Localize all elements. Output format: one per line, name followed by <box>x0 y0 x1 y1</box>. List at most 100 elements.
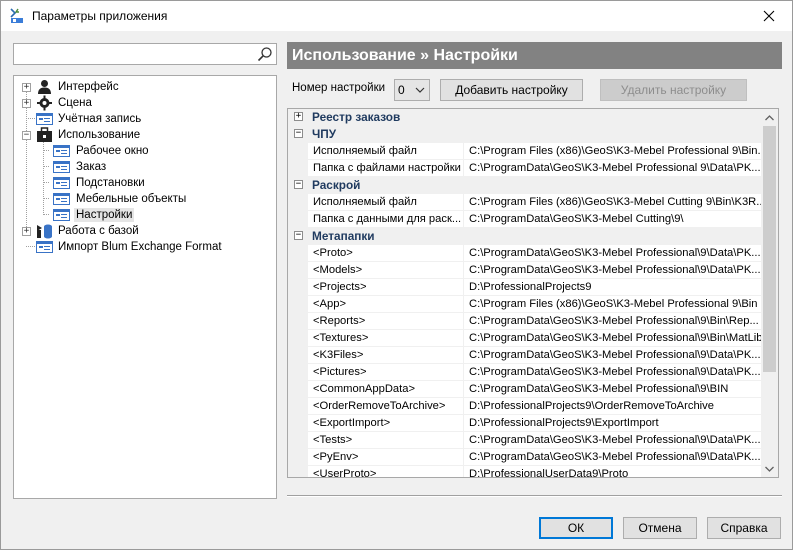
tree-item-label: Сцена <box>58 97 92 109</box>
footer-divider <box>287 495 782 497</box>
property-row[interactable]: <Reports> C:\ProgramData\GeoS\K3-Mebel P… <box>288 313 762 330</box>
tree-item-substitutions[interactable]: Подстановки <box>14 175 274 191</box>
property-name: Исполняемый файл <box>308 194 464 211</box>
window-title: Параметры приложения <box>32 9 168 23</box>
property-value[interactable]: D:\ProfessionalUserData9\Proto <box>464 466 762 477</box>
property-value[interactable]: C:\Program Files (x86)\GeoS\K3-Mebel Pro… <box>464 296 762 313</box>
category-cutting[interactable]: − Раскрой <box>288 177 762 194</box>
property-value[interactable]: C:\Program Files (x86)\GeoS\K3-Mebel Cut… <box>464 194 762 211</box>
cancel-button[interactable]: Отмена <box>623 517 697 539</box>
expand-icon[interactable]: + <box>22 99 31 108</box>
property-row[interactable]: <Tests> C:\ProgramData\GeoS\K3-Mebel Pro… <box>288 432 762 449</box>
property-name: Исполняемый файл <box>308 143 464 160</box>
property-value[interactable]: C:\ProgramData\GeoS\K3-Mebel Professiona… <box>464 313 762 330</box>
property-name: <App> <box>308 296 464 313</box>
property-value[interactable]: C:\ProgramData\GeoS\K3-Mebel Professiona… <box>464 364 762 381</box>
property-row[interactable]: <Pictures> C:\ProgramData\GeoS\K3-Mebel … <box>288 364 762 381</box>
search-button[interactable] <box>255 45 275 63</box>
property-row[interactable]: Исполняемый файл C:\Program Files (x86)\… <box>288 143 762 160</box>
tree-item-scene[interactable]: + Сцена <box>14 95 274 111</box>
category-cnc[interactable]: − ЧПУ <box>288 126 762 143</box>
property-value[interactable]: C:\ProgramData\GeoS\K3-Mebel Professiona… <box>464 432 762 449</box>
scroll-down-icon[interactable] <box>761 460 778 477</box>
property-row[interactable]: <CommonAppData> C:\ProgramData\GeoS\K3-M… <box>288 381 762 398</box>
property-row[interactable]: <OrderRemoveToArchive> D:\ProfessionalPr… <box>288 398 762 415</box>
property-value[interactable]: C:\ProgramData\GeoS\K3-Mebel Professiona… <box>464 245 762 262</box>
property-row[interactable]: Исполняемый файл C:\Program Files (x86)\… <box>288 194 762 211</box>
scrollbar-thumb[interactable] <box>763 126 776 372</box>
tree-item-interface[interactable]: + Интерфейс <box>14 79 274 95</box>
property-value[interactable]: D:\ProfessionalProjects9 <box>464 279 762 296</box>
config-number-value: 0 <box>398 83 405 97</box>
settings-tree[interactable]: + Интерфейс + Сцена Учётная запись − Исп… <box>13 75 277 499</box>
vertical-scrollbar[interactable] <box>761 109 778 477</box>
tree-item-workspace[interactable]: Рабочее окно <box>14 143 274 159</box>
config-number-select[interactable]: 0 <box>394 79 430 101</box>
property-value[interactable]: C:\Program Files (x86)\GeoS\K3-Mebel Pro… <box>464 143 762 160</box>
search-input[interactable] <box>16 45 252 63</box>
tree-item-database[interactable]: + Работа с базой <box>14 223 274 239</box>
search-icon[interactable] <box>257 46 273 62</box>
property-row[interactable]: Папка с файлами настройки C:\ProgramData… <box>288 160 762 177</box>
category-metafolders[interactable]: − Метапапки <box>288 228 762 245</box>
property-row[interactable]: <Projects> D:\ProfessionalProjects9 <box>288 279 762 296</box>
briefcase-icon <box>36 127 53 143</box>
property-value[interactable]: D:\ProfessionalProjects9\ExportImport <box>464 415 762 432</box>
property-value[interactable]: C:\ProgramData\GeoS\K3-Mebel Professiona… <box>464 160 762 177</box>
window-icon <box>53 175 70 191</box>
search-field[interactable] <box>13 43 277 65</box>
property-row[interactable]: <App> C:\Program Files (x86)\GeoS\K3-Meb… <box>288 296 762 313</box>
help-button[interactable]: Справка <box>707 517 781 539</box>
expand-icon[interactable]: + <box>294 112 303 121</box>
property-value[interactable]: C:\ProgramData\GeoS\K3-Mebel Professiona… <box>464 262 762 279</box>
property-value[interactable]: C:\ProgramData\GeoS\K3-Mebel Professiona… <box>464 330 762 347</box>
tree-item-furniture-objects[interactable]: Мебельные объекты <box>14 191 274 207</box>
scroll-up-icon[interactable] <box>761 109 778 126</box>
tree-item-account[interactable]: Учётная запись <box>14 111 274 127</box>
collapse-icon[interactable]: − <box>294 129 303 138</box>
property-row[interactable]: <ExportImport> D:\ProfessionalProjects9\… <box>288 415 762 432</box>
property-grid[interactable]: + Реестр заказов − ЧПУ Исполняемый файл … <box>287 108 779 478</box>
expand-icon[interactable]: + <box>22 83 31 92</box>
expand-icon[interactable]: + <box>22 227 31 236</box>
window-icon <box>53 159 70 175</box>
add-config-button[interactable]: Добавить настройку <box>440 79 583 101</box>
property-name: Папка с файлами настройки <box>308 160 464 177</box>
property-row[interactable]: <K3Files> C:\ProgramData\GeoS\K3-Mebel P… <box>288 347 762 364</box>
ok-button[interactable]: ОК <box>539 517 613 539</box>
collapse-icon[interactable]: − <box>294 180 303 189</box>
property-row[interactable]: <Proto> C:\ProgramData\GeoS\K3-Mebel Pro… <box>288 245 762 262</box>
property-row[interactable]: <UserProto> D:\ProfessionalUserData9\Pro… <box>288 466 762 477</box>
close-button[interactable] <box>746 1 792 31</box>
property-value[interactable]: C:\ProgramData\GeoS\K3-Mebel Professiona… <box>464 449 762 466</box>
property-row[interactable]: Папка с данными для раск... C:\ProgramDa… <box>288 211 762 228</box>
collapse-icon[interactable]: − <box>22 131 31 140</box>
property-name: <Reports> <box>308 313 464 330</box>
tree-item-settings[interactable]: Настройки <box>14 207 274 223</box>
property-value[interactable]: D:\ProfessionalProjects9\OrderRemoveToAr… <box>464 398 762 415</box>
property-name: <Textures> <box>308 330 464 347</box>
category-orders-registry[interactable]: + Реестр заказов <box>288 109 762 126</box>
property-value[interactable]: C:\ProgramData\GeoS\K3-Mebel Professiona… <box>464 381 762 398</box>
property-name: <Tests> <box>308 432 464 449</box>
window-icon <box>36 239 53 255</box>
tree-item-blum-import[interactable]: Импорт Blum Exchange Format <box>14 239 274 255</box>
close-icon[interactable] <box>763 10 775 22</box>
property-name: <K3Files> <box>308 347 464 364</box>
window-icon <box>53 191 70 207</box>
property-value[interactable]: C:\ProgramData\GeoS\K3-Mebel Professiona… <box>464 347 762 364</box>
user-icon <box>36 79 53 95</box>
tree-item-label: Использование <box>58 129 141 141</box>
chevron-down-icon[interactable] <box>415 84 425 98</box>
property-row[interactable]: <Textures> C:\ProgramData\GeoS\K3-Mebel … <box>288 330 762 347</box>
tree-item-usage[interactable]: − Использование <box>14 127 274 143</box>
delete-config-button[interactable]: Удалить настройку <box>600 79 747 101</box>
property-value[interactable]: C:\ProgramData\GeoS\K3-Mebel Cutting\9\ <box>464 211 762 228</box>
property-name: <Projects> <box>308 279 464 296</box>
tree-item-order[interactable]: Заказ <box>14 159 274 175</box>
property-row[interactable]: <PyEnv> C:\ProgramData\GeoS\K3-Mebel Pro… <box>288 449 762 466</box>
property-row[interactable]: <Models> C:\ProgramData\GeoS\K3-Mebel Pr… <box>288 262 762 279</box>
tree-item-label: Подстановки <box>76 177 145 189</box>
tree-item-label: Заказ <box>76 161 107 173</box>
collapse-icon[interactable]: − <box>294 231 303 240</box>
